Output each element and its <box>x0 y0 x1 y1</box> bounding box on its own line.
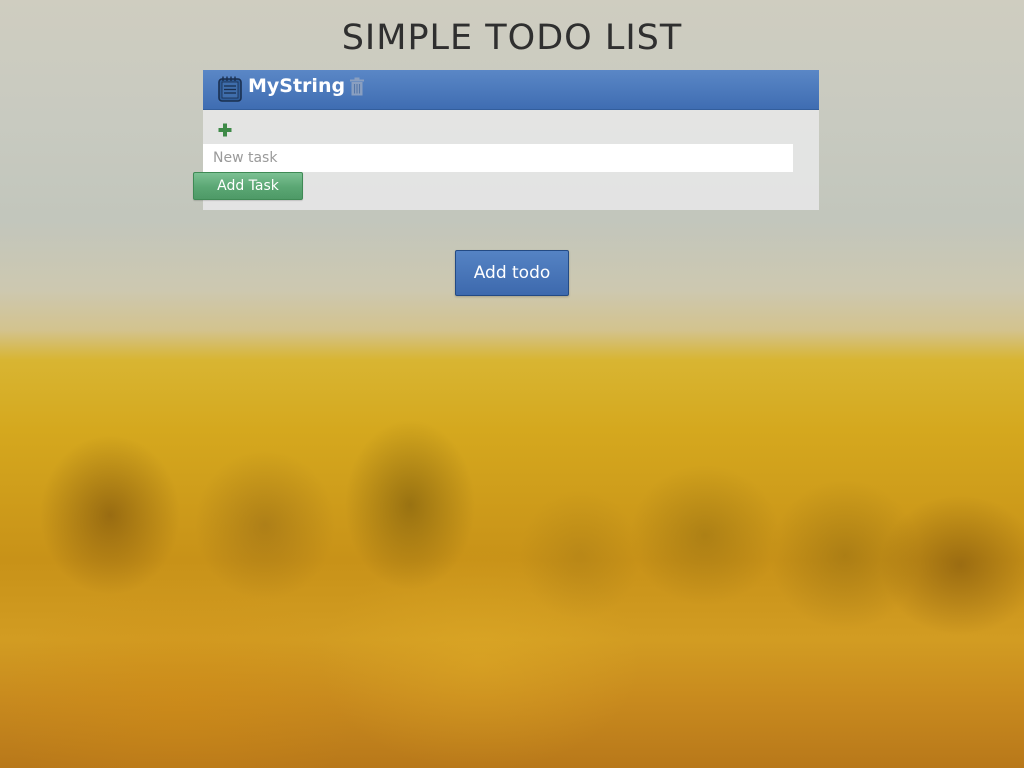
todo-list-name: MyString <box>248 75 346 97</box>
add-task-button[interactable]: Add Task <box>193 172 303 200</box>
todo-list-header: MyString <box>203 70 819 110</box>
new-task-input[interactable] <box>203 144 793 172</box>
page-title: SIMPLE TODO LIST <box>341 18 683 58</box>
todo-list-card: MyString Add Task <box>193 70 819 210</box>
add-todo-button[interactable]: Add todo <box>455 250 569 296</box>
trash-icon[interactable] <box>349 77 365 96</box>
notepad-icon <box>217 75 243 103</box>
plus-icon[interactable] <box>217 122 233 138</box>
